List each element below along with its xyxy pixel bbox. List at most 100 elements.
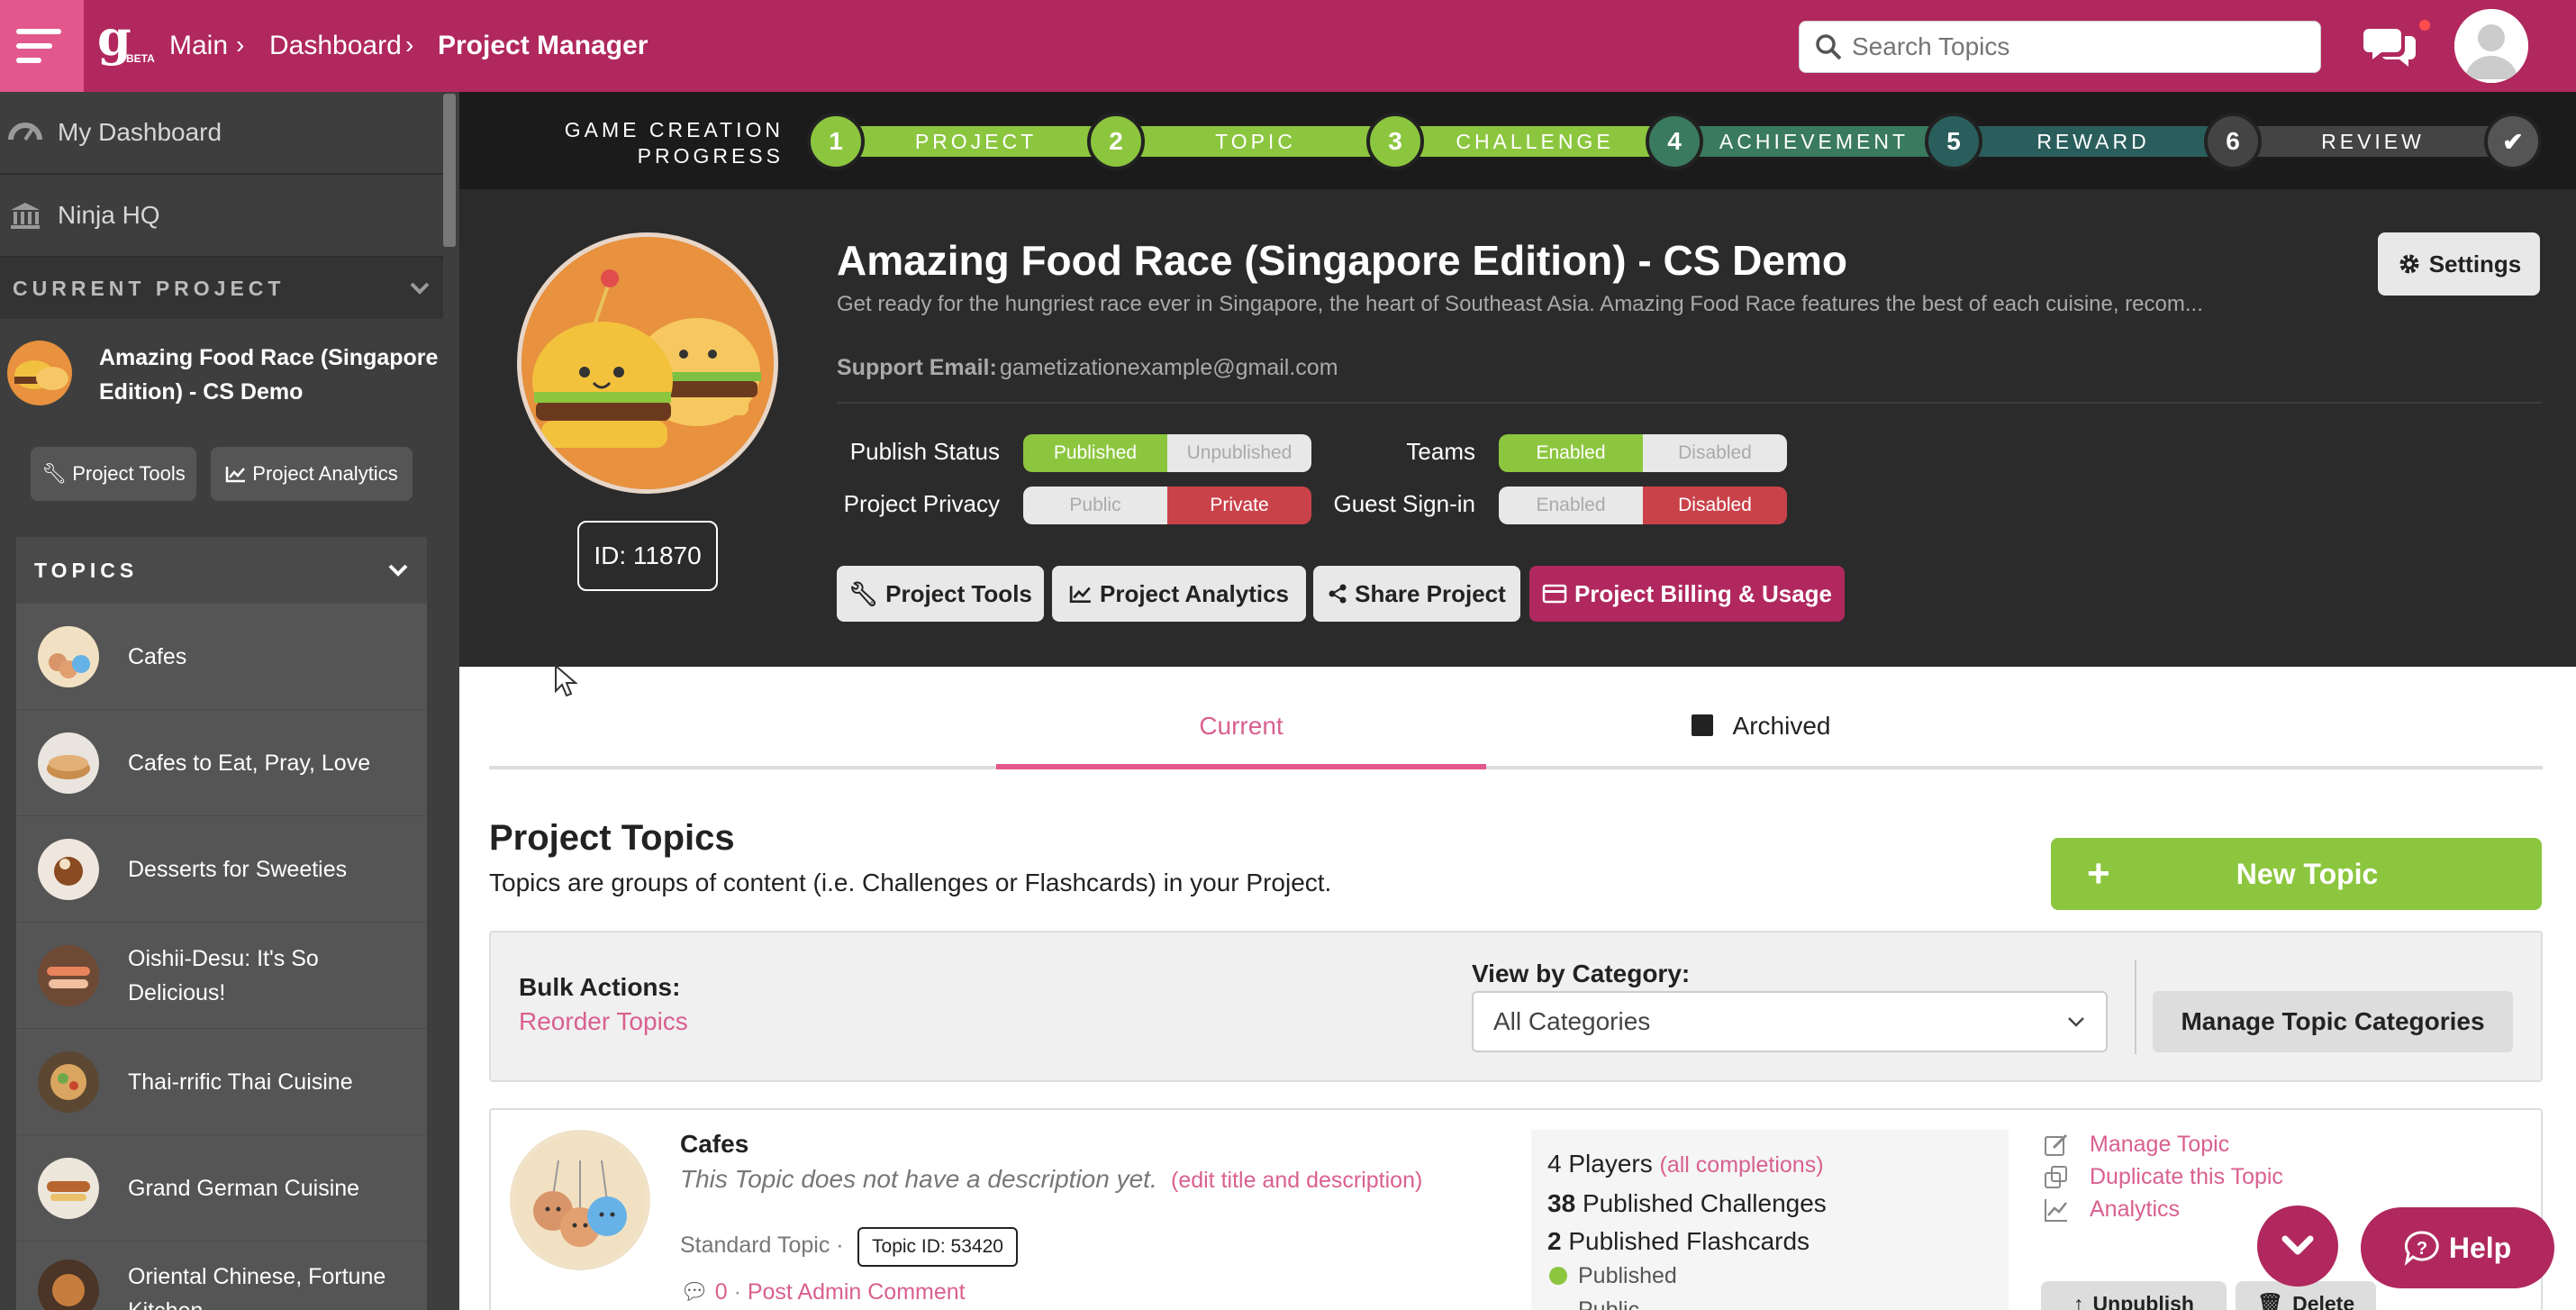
- progress-step-number[interactable]: 2: [1087, 113, 1145, 170]
- sidebar-topic-item[interactable]: Oishii-Desu: It's So Delicious!: [16, 923, 427, 1029]
- share-project-button[interactable]: Share Project: [1313, 566, 1520, 622]
- breadcrumb-project-manager: Project Manager: [438, 31, 649, 60]
- topic-thumbnail: [38, 838, 99, 900]
- duplicate-icon: [2045, 1166, 2067, 1188]
- tab-current[interactable]: Current: [996, 712, 1486, 741]
- wrench-icon: 🔧︎: [41, 462, 68, 485]
- divider: [837, 402, 2542, 404]
- sidebar-topic-item[interactable]: Grand German Cuisine: [16, 1135, 427, 1242]
- comment-count[interactable]: 0: [715, 1279, 728, 1305]
- guest-signin-toggle[interactable]: Enabled Disabled: [1499, 487, 1787, 524]
- search-icon: [1816, 34, 1842, 60]
- project-analytics-button[interactable]: Project Analytics: [1052, 566, 1306, 622]
- manage-topic-link[interactable]: Manage Topic: [2090, 1132, 2229, 1158]
- sidebar-topic-item[interactable]: Desserts for Sweeties: [16, 816, 427, 923]
- all-completions-link[interactable]: (all completions): [1660, 1152, 1824, 1178]
- sidebar-topic-item[interactable]: Oriental Chinese, Fortune Kitchen: [16, 1242, 427, 1310]
- progress-step-number[interactable]: 6: [2204, 113, 2262, 170]
- duplicate-topic-link[interactable]: Duplicate this Topic: [2090, 1164, 2283, 1190]
- guest-disabled-option[interactable]: Disabled: [1643, 487, 1787, 524]
- current-project-header[interactable]: CURRENT PROJECT: [0, 258, 443, 319]
- sidebar-project-tools-button[interactable]: 🔧︎ Project Tools: [31, 447, 196, 501]
- topic-type: Standard Topic ·: [680, 1233, 844, 1258]
- progress-step-label[interactable]: ACHIEVEMENT: [1703, 130, 1925, 154]
- search-input[interactable]: [1852, 27, 2302, 67]
- chat-icon[interactable]: [2363, 22, 2417, 72]
- edit-title-description-link[interactable]: (edit title and description): [1171, 1168, 1422, 1194]
- archive-icon: [1691, 714, 1713, 736]
- private-option[interactable]: Private: [1167, 487, 1311, 524]
- public-option[interactable]: Public: [1023, 487, 1167, 524]
- topic-analytics-link[interactable]: Analytics: [2090, 1196, 2180, 1223]
- topic-id-badge: Topic ID: 53420: [857, 1227, 1018, 1267]
- breadcrumb-main[interactable]: Main: [169, 31, 228, 61]
- chevron-right-icon: ›: [236, 31, 245, 59]
- teams-toggle[interactable]: Enabled Disabled: [1499, 434, 1787, 472]
- tab-active-indicator: [996, 764, 1486, 769]
- help-button[interactable]: ? Help: [2361, 1207, 2554, 1288]
- new-topic-button[interactable]: + New Topic: [2051, 838, 2542, 910]
- project-id-badge: ID: 11870: [577, 521, 718, 591]
- progress-step-number[interactable]: 5: [1925, 113, 1982, 170]
- reorder-topics-link[interactable]: Reorder Topics: [519, 1007, 688, 1036]
- progress-step-label[interactable]: TOPIC: [1145, 130, 1366, 154]
- breadcrumb-dashboard[interactable]: Dashboard: [269, 31, 402, 61]
- progress-step-number[interactable]: 4: [1646, 113, 1703, 170]
- edit-icon: [2045, 1133, 2068, 1156]
- progress-step-label[interactable]: PROJECT: [865, 130, 1087, 154]
- svg-text:?: ?: [2417, 1239, 2427, 1259]
- project-privacy-toggle[interactable]: Public Private: [1023, 487, 1311, 524]
- topic-name: Cafes: [128, 643, 187, 669]
- progress-step-label[interactable]: REVIEW: [2262, 130, 2484, 154]
- guest-enabled-option[interactable]: Enabled: [1499, 487, 1643, 524]
- progress-step-number[interactable]: 1: [807, 113, 865, 170]
- unpublish-button[interactable]: ↑ Unpublish: [2041, 1281, 2227, 1310]
- sidebar-topic-item[interactable]: Cafes: [16, 604, 427, 710]
- tab-underline: [489, 766, 2543, 769]
- user-avatar[interactable]: [2454, 9, 2528, 83]
- publish-status-toggle[interactable]: Published Unpublished: [1023, 434, 1311, 472]
- current-project-heading: CURRENT PROJECT: [13, 276, 286, 300]
- section-subtitle: Topics are groups of content (i.e. Chall…: [489, 869, 1332, 896]
- unpublished-option[interactable]: Unpublished: [1167, 434, 1311, 472]
- sidebar-project-analytics-button[interactable]: Project Analytics: [211, 447, 413, 501]
- mouse-cursor-icon: [555, 664, 578, 697]
- tab-archived[interactable]: Archived: [1486, 712, 2036, 741]
- topic-name: Thai-rrific Thai Cuisine: [128, 1069, 353, 1095]
- topic-thumbnail: [38, 732, 99, 794]
- topics-header[interactable]: TOPICS: [16, 537, 427, 604]
- topic-card-title[interactable]: Cafes: [680, 1130, 748, 1159]
- topic-thumbnail: [38, 944, 99, 1006]
- teams-disabled-option[interactable]: Disabled: [1643, 434, 1787, 472]
- sidebar-topic-item[interactable]: Thai-rrific Thai Cuisine: [16, 1029, 427, 1135]
- challenges-stat: 38 Published Challenges: [1547, 1189, 1827, 1217]
- current-project-name[interactable]: Amazing Food Race (Singapore Edition) - …: [99, 341, 441, 409]
- published-option[interactable]: Published: [1023, 434, 1167, 472]
- post-admin-comment-link[interactable]: Post Admin Comment: [748, 1279, 966, 1305]
- progress-step-label[interactable]: REWARD: [1982, 130, 2204, 154]
- players-stat: 4 Players (all completions): [1547, 1150, 1824, 1178]
- project-billing-button[interactable]: Project Billing & Usage: [1529, 566, 1845, 622]
- trash-icon: 🗑︎: [2256, 1291, 2284, 1310]
- sidebar-topic-item[interactable]: Cafes to Eat, Pray, Love: [16, 710, 427, 816]
- topic-name: Desserts for Sweeties: [128, 856, 348, 882]
- notification-dot: [2419, 20, 2430, 31]
- sidebar-item-my-dashboard[interactable]: My Dashboard: [0, 92, 443, 175]
- settings-button[interactable]: Settings: [2378, 232, 2540, 296]
- support-email-label: Support Email:: [837, 355, 997, 380]
- share-icon: [1329, 584, 1347, 604]
- topic-thumbnail: [38, 625, 99, 687]
- line-chart-icon: [226, 467, 246, 483]
- progress-step-number[interactable]: 3: [1366, 113, 1424, 170]
- scroll-down-button[interactable]: [2257, 1205, 2338, 1287]
- topic-thumbnail: [38, 1260, 99, 1310]
- progress-step-label[interactable]: CHALLENGE: [1424, 130, 1646, 154]
- project-tools-button[interactable]: 🔧︎ Project Tools: [837, 566, 1044, 622]
- sidebar-scrollbar[interactable]: [443, 94, 456, 247]
- teams-enabled-option[interactable]: Enabled: [1499, 434, 1643, 472]
- category-select[interactable]: All Categories: [1472, 991, 2108, 1052]
- hamburger-menu-icon[interactable]: [0, 0, 84, 92]
- sidebar-item-ninja-hq[interactable]: Ninja HQ: [0, 175, 443, 258]
- topic-privacy: Public: [1578, 1297, 1640, 1310]
- manage-categories-button[interactable]: Manage Topic Categories: [2153, 991, 2513, 1052]
